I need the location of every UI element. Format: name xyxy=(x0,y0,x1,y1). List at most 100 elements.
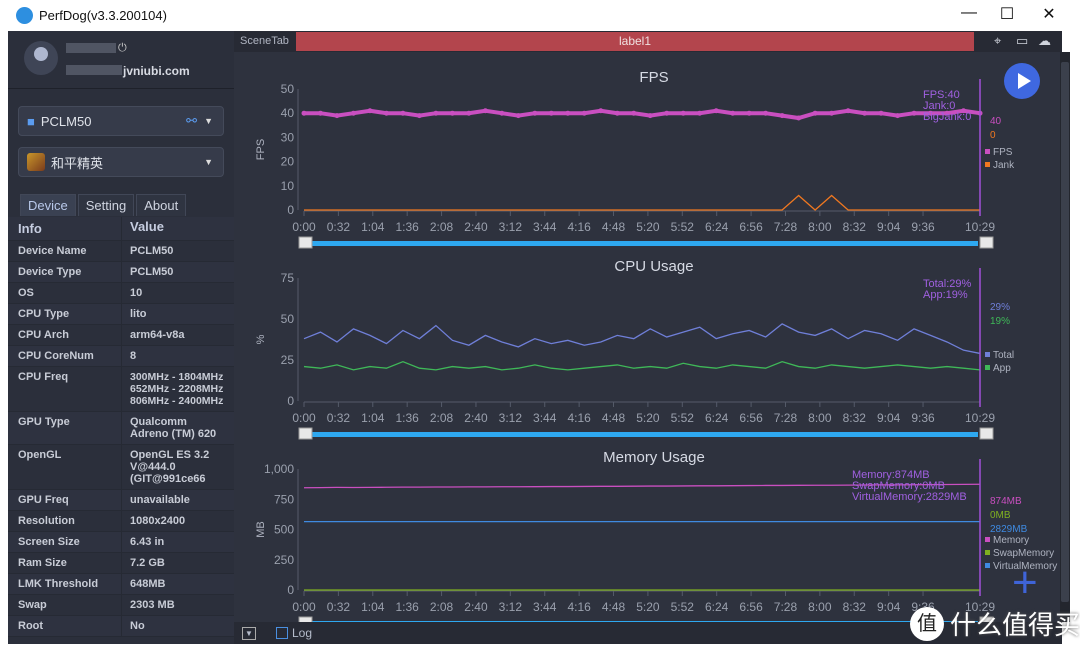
y-tick-label: 75 xyxy=(281,271,295,285)
avatar[interactable] xyxy=(24,41,58,75)
x-tick-label: 3:44 xyxy=(533,411,557,425)
vertical-scrollbar[interactable] xyxy=(1060,52,1070,622)
x-tick-label: 4:48 xyxy=(602,411,626,425)
legend-swatch xyxy=(985,365,990,370)
x-tick-label: 2:40 xyxy=(464,600,488,614)
time-range-slider[interactable] xyxy=(310,241,978,246)
info-value: unavailable xyxy=(130,494,190,506)
location-icon[interactable]: ⌖ xyxy=(994,33,1001,49)
table-row: OS 10 xyxy=(8,283,234,304)
info-value: PCLM50 xyxy=(130,266,174,278)
table-row: OpenGL OpenGL ES 3.2 V@444.0 (GIT@991ce66 xyxy=(8,445,234,490)
slider-handle-right[interactable] xyxy=(979,236,994,249)
info-key: CPU Type xyxy=(8,304,122,324)
fps-point xyxy=(466,110,472,116)
y-axis-label: % xyxy=(255,334,267,344)
legend-fps: FPS xyxy=(993,147,1013,158)
minimize-button[interactable]: — xyxy=(954,4,984,22)
x-tick-label: 5:52 xyxy=(671,411,695,425)
app-window: ⏻ jvniubi.com ■ PCLM50 ⚯ ▼ 和平精英 ▼ Device… xyxy=(8,31,1070,644)
slider-handle-left[interactable] xyxy=(298,236,313,249)
close-button[interactable]: ✕ xyxy=(1034,4,1064,24)
fps-point xyxy=(680,110,686,116)
tab-device[interactable]: Device xyxy=(20,194,76,216)
time-range-slider[interactable] xyxy=(310,432,978,437)
series-line-jank xyxy=(304,194,980,211)
x-tick-label: 4:16 xyxy=(567,600,591,614)
power-icon[interactable]: ⏻ xyxy=(118,42,127,55)
info-key: Screen Size xyxy=(8,532,122,552)
current-value: 0MB xyxy=(990,510,1011,521)
current-value: 0 xyxy=(990,130,996,141)
scene-label[interactable]: label1 xyxy=(296,32,974,51)
cloud-icon[interactable]: ☁ xyxy=(1038,33,1051,49)
x-tick-label: 6:56 xyxy=(739,411,763,425)
add-chart-button[interactable]: + xyxy=(1012,561,1038,605)
slider-handle-right[interactable] xyxy=(979,427,994,440)
info-key: Ram Size xyxy=(8,553,122,573)
chevron-down-icon: ▼ xyxy=(204,157,213,167)
usb-link-icon[interactable]: ⚯ xyxy=(186,113,197,129)
fps-point xyxy=(746,110,752,116)
x-tick-label: 3:44 xyxy=(533,220,557,234)
y-tick-label: 25 xyxy=(281,353,295,367)
blurred-name xyxy=(66,43,116,53)
expand-toggle-icon[interactable]: ▼ xyxy=(242,626,256,640)
x-tick-label: 9:04 xyxy=(877,220,901,234)
tab-setting[interactable]: Setting xyxy=(77,194,135,216)
x-tick-label: 4:16 xyxy=(567,411,591,425)
y-tick-label: 1,000 xyxy=(264,462,294,476)
app-select[interactable]: 和平精英 ▼ xyxy=(18,147,224,177)
log-checkbox[interactable] xyxy=(276,627,288,639)
play-button[interactable] xyxy=(1004,63,1040,99)
y-tick-label: 250 xyxy=(274,553,294,567)
x-tick-label: 8:32 xyxy=(843,600,867,614)
info-key: CPU Freq xyxy=(8,367,122,411)
x-tick-label: 8:00 xyxy=(808,411,832,425)
panel-tabs: Device Setting About xyxy=(20,194,187,216)
fps-point xyxy=(812,110,818,116)
table-row: CPU CoreNum 8 xyxy=(8,346,234,367)
x-tick-label: 2:08 xyxy=(430,600,454,614)
info-key: Swap xyxy=(8,595,122,615)
y-tick-label: 40 xyxy=(281,106,295,120)
fps-point xyxy=(713,108,719,114)
x-tick-label: 0:32 xyxy=(327,220,351,234)
maximize-button[interactable]: ☐ xyxy=(992,4,1022,24)
table-row: CPU Type lito xyxy=(8,304,234,325)
scene-tab[interactable]: SceneTab xyxy=(240,35,289,47)
x-tick-label: 1:04 xyxy=(361,600,385,614)
current-value: 29% xyxy=(990,302,1010,313)
fps-point xyxy=(317,110,323,116)
chart-title: CPU Usage xyxy=(614,258,693,275)
fps-point xyxy=(548,110,554,116)
x-tick-label: 6:56 xyxy=(739,220,763,234)
x-tick-label: 7:28 xyxy=(774,220,798,234)
fps-point xyxy=(878,110,884,116)
y-axis-label: MB xyxy=(255,521,267,538)
tab-about[interactable]: About xyxy=(136,194,187,216)
app-select-value: 和平精英 xyxy=(51,155,104,171)
window-title: PerfDog(v3.3.200104) xyxy=(39,8,167,23)
x-tick-label: 0:00 xyxy=(292,411,316,425)
fps-point xyxy=(449,110,455,116)
y-tick-label: 500 xyxy=(274,523,294,537)
folder-icon[interactable]: ▭ xyxy=(1016,33,1028,49)
chart-title: FPS xyxy=(639,69,668,86)
fps-point xyxy=(301,110,307,116)
fps-point xyxy=(829,110,835,116)
x-tick-label: 9:36 xyxy=(911,220,935,234)
legend-swatch xyxy=(985,149,990,154)
fps-point xyxy=(581,110,587,116)
y-tick-label: 10 xyxy=(281,179,295,193)
y-tick-label: 750 xyxy=(274,492,294,506)
info-value: 8 xyxy=(130,350,137,362)
fps-point xyxy=(482,108,488,114)
fps-point xyxy=(845,108,851,114)
device-select-value: PCLM50 xyxy=(40,113,92,129)
info-value: 6.43 in xyxy=(130,536,165,548)
x-tick-label: 6:24 xyxy=(705,600,729,614)
info-value: arm64-v8a xyxy=(130,329,185,341)
device-select[interactable]: ■ PCLM50 ⚯ ▼ xyxy=(18,106,224,136)
slider-handle-left[interactable] xyxy=(298,427,313,440)
